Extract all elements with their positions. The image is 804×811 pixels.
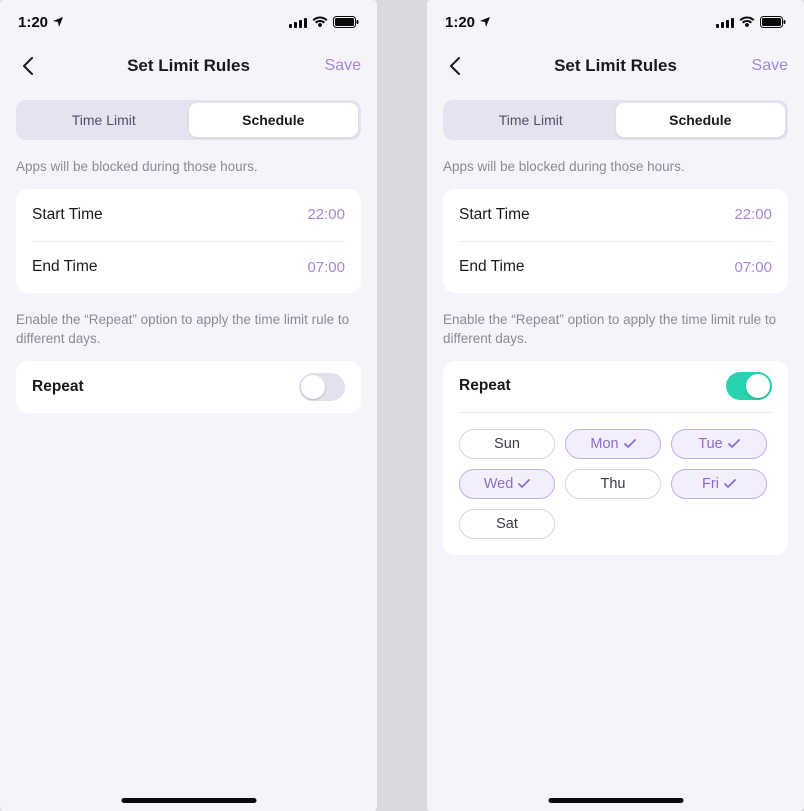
toggle-knob <box>746 374 770 398</box>
signal-icon <box>716 17 734 28</box>
repeat-card: Repeat Sun Mon Tue Wed Thu Fri Sat <box>443 361 788 555</box>
start-time-label: Start Time <box>32 206 103 224</box>
content-area: Time Limit Schedule Apps will be blocked… <box>0 88 377 811</box>
repeat-hint: Enable the “Repeat” option to apply the … <box>16 311 361 349</box>
location-icon <box>479 16 491 28</box>
home-indicator[interactable] <box>121 798 256 803</box>
day-tue[interactable]: Tue <box>671 429 767 459</box>
day-label: Thu <box>601 476 626 492</box>
end-time-label: End Time <box>459 258 524 276</box>
home-indicator[interactable] <box>548 798 683 803</box>
nav-bar: Set Limit Rules Save <box>427 44 804 88</box>
end-time-value: 07:00 <box>307 259 345 276</box>
tab-time-limit[interactable]: Time Limit <box>446 103 616 137</box>
days-container: Sun Mon Tue Wed Thu Fri Sat <box>459 413 772 539</box>
status-time: 1:20 <box>18 14 48 31</box>
location-icon <box>52 16 64 28</box>
content-area: Time Limit Schedule Apps will be blocked… <box>427 88 804 811</box>
save-button[interactable]: Save <box>325 57 361 75</box>
repeat-row: Repeat <box>459 361 772 413</box>
day-wed[interactable]: Wed <box>459 469 555 499</box>
day-fri[interactable]: Fri <box>671 469 767 499</box>
day-label: Mon <box>590 436 618 452</box>
save-button[interactable]: Save <box>752 57 788 75</box>
status-bar: 1:20 <box>0 0 377 44</box>
schedule-hint: Apps will be blocked during those hours. <box>443 158 788 177</box>
toggle-knob <box>301 375 325 399</box>
day-thu[interactable]: Thu <box>565 469 661 499</box>
back-button[interactable] <box>16 54 40 78</box>
battery-icon <box>333 16 359 28</box>
check-icon <box>724 479 736 489</box>
start-time-row[interactable]: Start Time 22:00 <box>32 189 345 241</box>
end-time-value: 07:00 <box>734 259 772 276</box>
day-label: Tue <box>698 436 722 452</box>
battery-icon <box>760 16 786 28</box>
tab-time-limit[interactable]: Time Limit <box>19 103 189 137</box>
repeat-hint: Enable the “Repeat” option to apply the … <box>443 311 788 349</box>
time-range-card: Start Time 22:00 End Time 07:00 <box>16 189 361 293</box>
phone-left: 1:20 Set Limit Rules Save Time Limit <box>0 0 377 811</box>
schedule-hint: Apps will be blocked during those hours. <box>16 158 361 177</box>
day-label: Sun <box>494 436 520 452</box>
day-label: Wed <box>484 476 514 492</box>
start-time-value: 22:00 <box>734 206 772 223</box>
repeat-card: Repeat <box>16 361 361 413</box>
page-title: Set Limit Rules <box>127 56 250 76</box>
repeat-toggle[interactable] <box>726 372 772 400</box>
signal-icon <box>289 17 307 28</box>
end-time-row[interactable]: End Time 07:00 <box>32 241 345 293</box>
status-bar: 1:20 <box>427 0 804 44</box>
repeat-label: Repeat <box>459 377 511 395</box>
end-time-label: End Time <box>32 258 97 276</box>
end-time-row[interactable]: End Time 07:00 <box>459 241 772 293</box>
check-icon <box>518 479 530 489</box>
repeat-label: Repeat <box>32 378 84 396</box>
day-sun[interactable]: Sun <box>459 429 555 459</box>
wifi-icon <box>312 16 328 28</box>
segmented-control: Time Limit Schedule <box>443 100 788 140</box>
status-time: 1:20 <box>445 14 475 31</box>
time-range-card: Start Time 22:00 End Time 07:00 <box>443 189 788 293</box>
check-icon <box>728 439 740 449</box>
start-time-label: Start Time <box>459 206 530 224</box>
day-label: Fri <box>702 476 719 492</box>
day-mon[interactable]: Mon <box>565 429 661 459</box>
tab-schedule[interactable]: Schedule <box>189 103 359 137</box>
day-label: Sat <box>496 516 518 532</box>
start-time-row[interactable]: Start Time 22:00 <box>459 189 772 241</box>
page-title: Set Limit Rules <box>554 56 677 76</box>
day-sat[interactable]: Sat <box>459 509 555 539</box>
start-time-value: 22:00 <box>307 206 345 223</box>
segmented-control: Time Limit Schedule <box>16 100 361 140</box>
repeat-row: Repeat <box>32 361 345 413</box>
phone-right: 1:20 Set Limit Rules Save Time Limit <box>427 0 804 811</box>
tab-schedule[interactable]: Schedule <box>616 103 786 137</box>
check-icon <box>624 439 636 449</box>
wifi-icon <box>739 16 755 28</box>
nav-bar: Set Limit Rules Save <box>0 44 377 88</box>
repeat-toggle[interactable] <box>299 373 345 401</box>
back-button[interactable] <box>443 54 467 78</box>
